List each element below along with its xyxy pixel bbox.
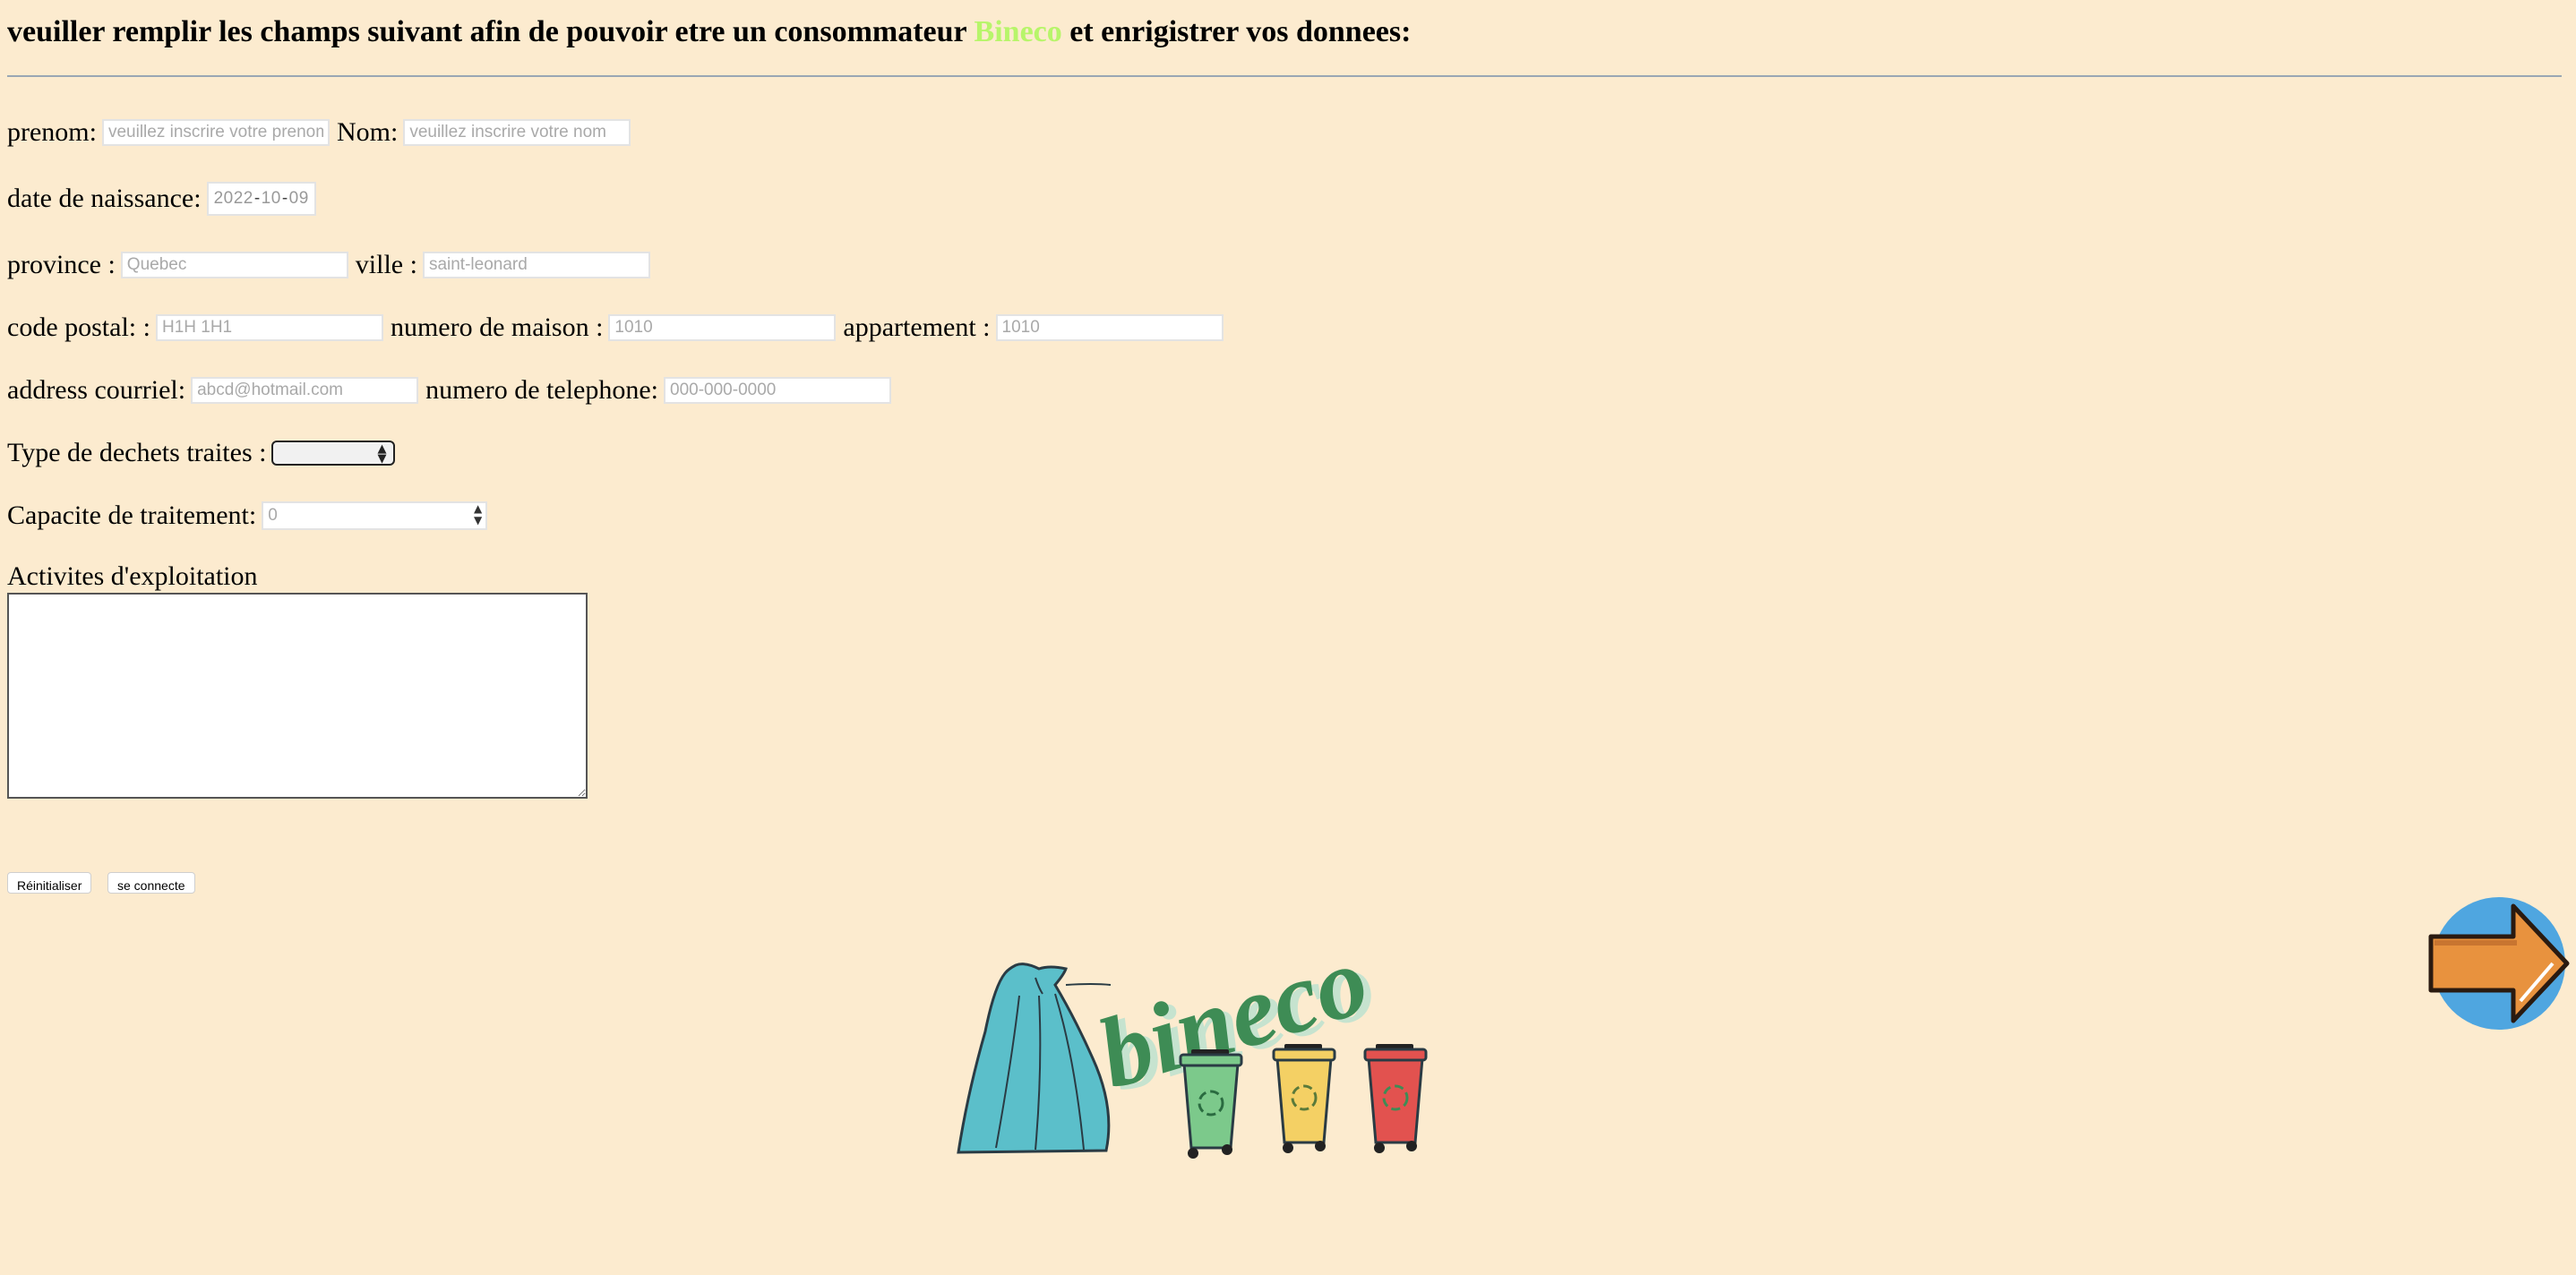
ville-input[interactable] bbox=[422, 252, 650, 278]
right-arrow-icon[interactable] bbox=[2427, 895, 2571, 1031]
bineco-logo: bineco bineco bbox=[957, 924, 1428, 1159]
date-separator: - bbox=[253, 189, 261, 208]
waste-type-row: Type de dechets traites : ▲ ▼ bbox=[7, 435, 396, 471]
prenom-label: prenom: bbox=[7, 117, 97, 147]
province-label: province : bbox=[7, 250, 116, 279]
province-input[interactable] bbox=[120, 252, 348, 278]
nom-label: Nom: bbox=[336, 117, 399, 147]
code-postal-input[interactable] bbox=[155, 314, 383, 341]
reset-button[interactable]: Réinitialiser bbox=[7, 872, 92, 894]
nom-input[interactable] bbox=[403, 119, 631, 146]
birthdate-year[interactable]: 2022 bbox=[214, 189, 253, 209]
courriel-input[interactable] bbox=[191, 377, 419, 404]
contact-row: address courriel: numero de telephone: bbox=[7, 372, 892, 408]
date-separator: - bbox=[281, 189, 288, 208]
courriel-label: address courriel: bbox=[7, 375, 186, 405]
numero-maison-label: numero de maison : bbox=[390, 312, 604, 342]
activities-label: Activites d'exploitation bbox=[7, 561, 258, 591]
capacity-row: Capacite de traitement: 0 ▲ ▼ bbox=[7, 498, 488, 534]
birthdate-day[interactable]: 09 bbox=[289, 189, 309, 209]
birthdate-label: date de naissance: bbox=[7, 184, 202, 213]
recycling-bin-icon bbox=[1179, 1049, 1243, 1159]
code-postal-label: code postal: : bbox=[7, 312, 150, 342]
capacity-placeholder: 0 bbox=[268, 506, 278, 525]
birthdate-row: date de naissance: 2022-10-09 bbox=[7, 181, 316, 217]
prenom-input[interactable] bbox=[101, 119, 330, 146]
waste-type-label: Type de dechets traites : bbox=[7, 438, 267, 467]
waste-type-select[interactable]: ▲ ▼ bbox=[271, 441, 396, 466]
telephone-input[interactable] bbox=[664, 377, 892, 404]
capacity-input[interactable]: 0 ▲ ▼ bbox=[262, 501, 488, 530]
recycling-bin-icon bbox=[1363, 1044, 1428, 1153]
capacity-label: Capacite de traitement: bbox=[7, 501, 257, 530]
recycling-bin-icon bbox=[1272, 1044, 1336, 1153]
spinner-icon[interactable]: ▲ ▼ bbox=[474, 503, 482, 526]
appartement-label: appartement : bbox=[843, 312, 991, 342]
birthdate-month[interactable]: 10 bbox=[262, 189, 281, 209]
title-text-after: et enrigistrer vos donnees: bbox=[1069, 15, 1412, 48]
activities-textarea[interactable] bbox=[7, 593, 588, 799]
location-row: province : ville : bbox=[7, 247, 650, 283]
select-arrows-icon: ▲ ▼ bbox=[377, 442, 387, 466]
trash-bag-icon bbox=[957, 963, 1112, 1154]
numero-maison-input[interactable] bbox=[608, 314, 837, 341]
name-row: prenom: Nom: bbox=[7, 115, 631, 150]
submit-button[interactable]: se connecte bbox=[107, 872, 195, 894]
header-divider bbox=[7, 75, 2562, 77]
telephone-label: numero de telephone: bbox=[425, 375, 659, 405]
birthdate-input[interactable]: 2022-10-09 bbox=[206, 182, 316, 216]
page-title: veuiller remplir les champs suivant afin… bbox=[7, 13, 1411, 52]
address-row: code postal: : numero de maison : appart… bbox=[7, 310, 1224, 346]
title-text-before: veuiller remplir les champs suivant afin… bbox=[7, 15, 967, 48]
brand-name: Bineco bbox=[974, 15, 1062, 48]
ville-label: ville : bbox=[355, 250, 417, 279]
activities-label-row: Activites d'exploitation bbox=[7, 559, 258, 595]
appartement-input[interactable] bbox=[995, 314, 1224, 341]
